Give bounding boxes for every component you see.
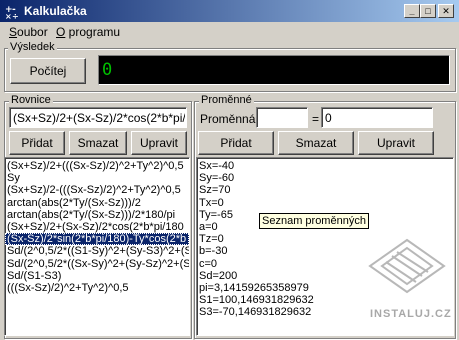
svg-text:÷: ÷ — [12, 12, 19, 19]
maximize-button[interactable]: □ — [420, 4, 436, 18]
title-bar[interactable]: + - × ÷ Kalkulačka _ □ ✕ — [0, 0, 459, 22]
variables-tooltip: Seznam proměnných — [259, 213, 369, 229]
equation-list-item[interactable]: arctan(abs(2*Ty/(Sx-Sz)))/2*180/pi — [5, 209, 189, 221]
menu-o-programu-label: programu — [65, 25, 121, 39]
equation-list-item[interactable]: (((Sx-Sz)/2)^2+Ty^2)^0,5 — [5, 282, 189, 294]
equations-group-label: Rovnice — [9, 94, 53, 106]
watermark: INSTALUJ.CZ — [362, 236, 452, 326]
variable-list-item[interactable]: Sx=-40 — [197, 160, 453, 172]
equation-list-item[interactable]: (Sx-Sz)/2*sin(2*b*pi/180)-Ty*cos(2*b — [5, 233, 189, 246]
result-group-label: Výsledek — [8, 41, 57, 53]
delete-variable-button[interactable]: Smazat — [278, 131, 354, 155]
menu-o-programu[interactable]: O programu — [56, 25, 120, 39]
minimize-button[interactable]: _ — [404, 4, 420, 18]
edit-variable-button[interactable]: Upravit — [358, 131, 434, 155]
equation-list-item[interactable]: Sd/(S1-S3) — [5, 270, 189, 282]
equation-list-item[interactable]: Sd/(2^0,5/2*((S1-Sy)^2+(Sy-S3)^2+(S — [5, 245, 189, 257]
equation-list-item[interactable]: Sd/(2^0,5/2*((Sx-Sy)^2+(Sy-Sz)^2+(S — [5, 258, 189, 270]
variable-list-item[interactable]: Sz=70 — [197, 184, 453, 196]
variable-name-label: Proměnná: — [200, 112, 259, 126]
add-equation-button[interactable]: Přidat — [9, 131, 65, 155]
delete-equation-button[interactable]: Smazat — [69, 131, 127, 155]
watermark-text: INSTALUJ.CZ — [370, 308, 452, 320]
add-variable-button[interactable]: Přidat — [198, 131, 274, 155]
menu-o-programu-accel: O — [56, 25, 66, 39]
calculator-icon: + - × ÷ — [5, 5, 19, 19]
menu-soubor-accel: S — [9, 25, 18, 39]
compute-button[interactable]: Počítej — [10, 58, 86, 84]
variable-value-value: 0 — [325, 111, 332, 125]
menu-bar: Soubor O programu — [0, 22, 459, 41]
equals-sign: = — [312, 112, 320, 126]
variable-list-item[interactable]: Tx=0 — [197, 197, 453, 209]
equation-list-item[interactable]: (Sx+Sz)/2-(((Sx-Sz)/2)^2+Ty^2)^0,5 — [5, 184, 189, 196]
equation-list-item[interactable]: (Sx+Sz)/2+(((Sx-Sz)/2)^2+Ty^2)^0,5 — [5, 160, 189, 172]
close-icon: ✕ — [442, 6, 450, 16]
equation-list-item[interactable]: arctan(abs(2*Ty/(Sx-Sz)))/2 — [5, 197, 189, 209]
equation-list-item[interactable]: (Sx+Sz)/2+(Sx-Sz)/2*cos(2*b*pi/180 — [5, 221, 189, 233]
variable-value-input[interactable]: 0 — [321, 107, 433, 128]
equation-list-item[interactable]: Sy — [5, 172, 189, 184]
variable-name-input[interactable] — [256, 107, 308, 128]
minimize-icon: _ — [409, 6, 415, 16]
variable-list-item[interactable]: Sy=-60 — [197, 172, 453, 184]
menu-soubor-label: oubor — [17, 25, 48, 39]
watermark-logo-icon — [368, 238, 446, 294]
svg-text:×: × — [5, 12, 12, 19]
result-display: 0 — [98, 55, 450, 85]
equation-input[interactable]: (Sx+Sz)/2+(Sx-Sz)/2*cos(2*b*pi/1 — [9, 107, 187, 128]
equations-list[interactable]: (Sx+Sz)/2+(((Sx-Sz)/2)^2+Ty^2)^0,5 Sy (Sx+… — [4, 157, 190, 336]
maximize-icon: □ — [425, 6, 431, 16]
close-button[interactable]: ✕ — [438, 4, 454, 18]
variables-group-label: Proměnné — [199, 94, 254, 106]
edit-equation-button[interactable]: Upravit — [131, 131, 187, 155]
menu-soubor[interactable]: Soubor — [9, 25, 48, 39]
equation-input-value: (Sx+Sz)/2+(Sx-Sz)/2*cos(2*b*pi/1 — [13, 111, 185, 125]
window-title: Kalkulačka — [24, 4, 87, 18]
